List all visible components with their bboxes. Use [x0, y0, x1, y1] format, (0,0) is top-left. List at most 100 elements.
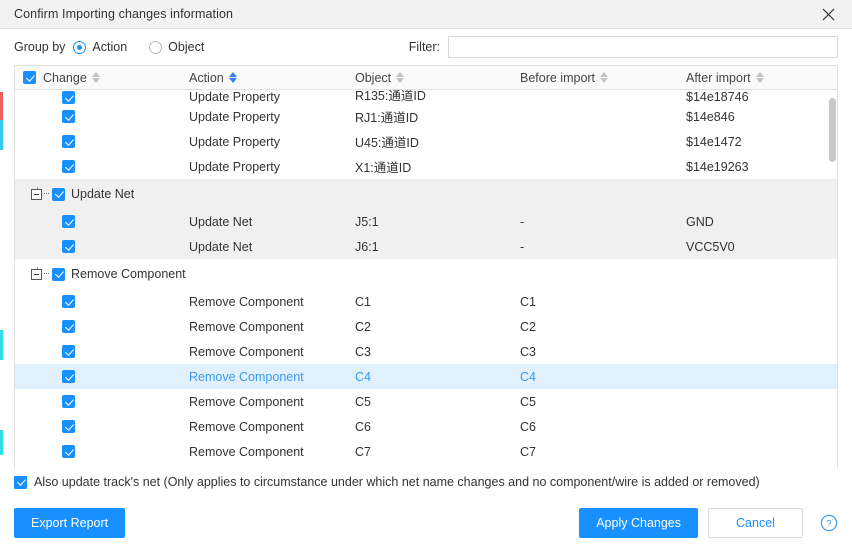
row-change-cell: [15, 215, 189, 228]
row-change-cell: [15, 135, 189, 148]
sort-icon-object[interactable]: [396, 71, 405, 84]
row-object-cell: C5: [355, 394, 371, 409]
row-action-cell: Update Property: [189, 134, 281, 149]
row-change-cell: [15, 320, 189, 333]
row-checkbox[interactable]: [62, 215, 75, 228]
table-group-row[interactable]: Update Net: [15, 179, 837, 209]
table-row[interactable]: Update Property RJ1:通道ID $14e846: [15, 104, 837, 129]
column-header-action-label: Action: [189, 70, 224, 85]
table-group-row[interactable]: Remove Component: [15, 259, 837, 289]
table-row[interactable]: Update Property X1:通道ID $14e19263: [15, 154, 837, 179]
svg-text:?: ?: [826, 519, 831, 530]
column-header-before-import[interactable]: Before import: [520, 66, 686, 89]
tree-connector: [44, 273, 49, 275]
table-row[interactable]: Update Net J5:1 - GND: [15, 209, 837, 234]
row-before-import-cell: -: [520, 239, 525, 254]
groupby-label: Group by: [14, 40, 66, 54]
dialog-titlebar: Confirm Importing changes information: [0, 0, 852, 29]
row-checkbox[interactable]: [62, 91, 75, 104]
row-before-import-cell: C3: [520, 344, 536, 359]
groupby-toolbar: Group by Action Object Filter:: [0, 29, 852, 65]
group-row-content: Update Net: [15, 187, 189, 201]
row-before-import-cell: C4: [520, 369, 536, 384]
also-update-track-net-checkbox[interactable]: [14, 475, 27, 489]
row-checkbox[interactable]: [62, 135, 75, 148]
select-all-checkbox[interactable]: [23, 71, 36, 84]
row-checkbox[interactable]: [62, 395, 75, 408]
tree-line-top: [37, 267, 38, 269]
row-checkbox[interactable]: [62, 240, 75, 253]
row-action-cell: Update Property: [189, 159, 281, 174]
table-row[interactable]: Update Property R135:通道ID $14e18746: [15, 90, 837, 104]
column-header-action[interactable]: Action: [189, 66, 355, 89]
radio-group-by-object[interactable]: Object: [149, 40, 204, 54]
table-row[interactable]: Remove Component C2 C2: [15, 314, 837, 339]
table-body[interactable]: Update Property R135:通道ID $14e18746 Update …: [15, 90, 837, 469]
row-action-cell: Remove Component: [189, 394, 304, 409]
changes-table: Change Action Object Before import After…: [14, 65, 838, 469]
row-action-cell: Update Property: [189, 90, 281, 104]
group-label: Remove Component: [71, 267, 186, 281]
cancel-button[interactable]: Cancel: [708, 508, 803, 538]
radio-action-label: Action: [92, 40, 128, 54]
row-change-cell: [15, 345, 189, 358]
radio-object-label: Object: [168, 40, 205, 54]
export-report-button[interactable]: Export Report: [14, 508, 126, 538]
row-before-import-cell: C2: [520, 319, 536, 334]
row-action-cell: Remove Component: [189, 419, 304, 434]
table-row[interactable]: Update Property U45:通道ID $14e1472: [15, 129, 837, 154]
group-tree-area: Update Net: [31, 187, 134, 201]
filter-input[interactable]: [448, 36, 838, 58]
table-vertical-scrollbar[interactable]: [829, 90, 836, 468]
row-checkbox[interactable]: [62, 420, 75, 433]
row-change-cell: [15, 420, 189, 433]
group-label: Update Net: [71, 187, 135, 201]
row-checkbox[interactable]: [62, 160, 75, 173]
collapse-toggle-icon[interactable]: [31, 187, 42, 200]
collapse-toggle-icon[interactable]: [31, 267, 42, 280]
row-checkbox[interactable]: [62, 295, 75, 308]
scrollbar-thumb[interactable]: [829, 97, 836, 162]
sort-icon-change[interactable]: [91, 71, 100, 84]
filter-area: Filter:: [409, 29, 838, 65]
apply-changes-button[interactable]: Apply Changes: [579, 508, 698, 538]
row-checkbox[interactable]: [62, 370, 75, 383]
table-row[interactable]: Remove Component C7 C7: [15, 439, 837, 464]
group-checkbox[interactable]: [52, 267, 65, 281]
table-row[interactable]: Remove Component C1 C1: [15, 289, 837, 314]
row-object-cell: R135:通道ID: [355, 90, 426, 103]
row-object-cell: C6: [355, 419, 371, 434]
row-checkbox[interactable]: [62, 320, 75, 333]
column-header-change[interactable]: Change: [15, 66, 189, 89]
row-checkbox[interactable]: [62, 110, 75, 123]
table-row[interactable]: Remove Component C6 C6: [15, 414, 837, 439]
table-row[interactable]: Remove Component C3 C3: [15, 339, 837, 364]
row-action-cell: Remove Component: [189, 369, 304, 384]
table-row[interactable]: Remove Component C4 C4: [15, 364, 837, 389]
close-icon[interactable]: [814, 0, 842, 28]
table-row[interactable]: Update Net J6:1 - VCC5V0: [15, 234, 837, 259]
row-action-cell: Update Net: [189, 214, 253, 229]
sort-icon-after-import[interactable]: [755, 71, 764, 84]
radio-group-by-action[interactable]: Action: [73, 40, 127, 54]
sort-icon-action[interactable]: [228, 71, 237, 84]
sort-icon-before-import[interactable]: [600, 71, 609, 84]
help-circle-icon[interactable]: ?: [819, 514, 838, 533]
column-header-after-import[interactable]: After import: [686, 66, 837, 89]
row-checkbox[interactable]: [62, 445, 75, 458]
confirm-import-dialog: Confirm Importing changes information Gr…: [0, 0, 852, 551]
column-header-object[interactable]: Object: [355, 66, 520, 89]
row-after-import-cell: $14e19263: [686, 159, 749, 174]
row-object-cell: J5:1: [355, 214, 379, 229]
table-row[interactable]: Remove Component C5 C5: [15, 389, 837, 414]
group-row-content: Remove Component: [15, 267, 189, 281]
table-header-row: Change Action Object Before import After…: [15, 66, 837, 90]
also-update-track-net-row[interactable]: Also update track's net (Only applies to…: [0, 469, 852, 495]
group-checkbox[interactable]: [52, 187, 65, 201]
row-action-cell: Update Property: [189, 109, 281, 124]
row-action-cell: Remove Component: [189, 294, 304, 309]
row-checkbox[interactable]: [62, 345, 75, 358]
row-after-import-cell: $14e846: [686, 109, 735, 124]
row-change-cell: [15, 240, 189, 253]
row-object-cell: J6:1: [355, 239, 379, 254]
